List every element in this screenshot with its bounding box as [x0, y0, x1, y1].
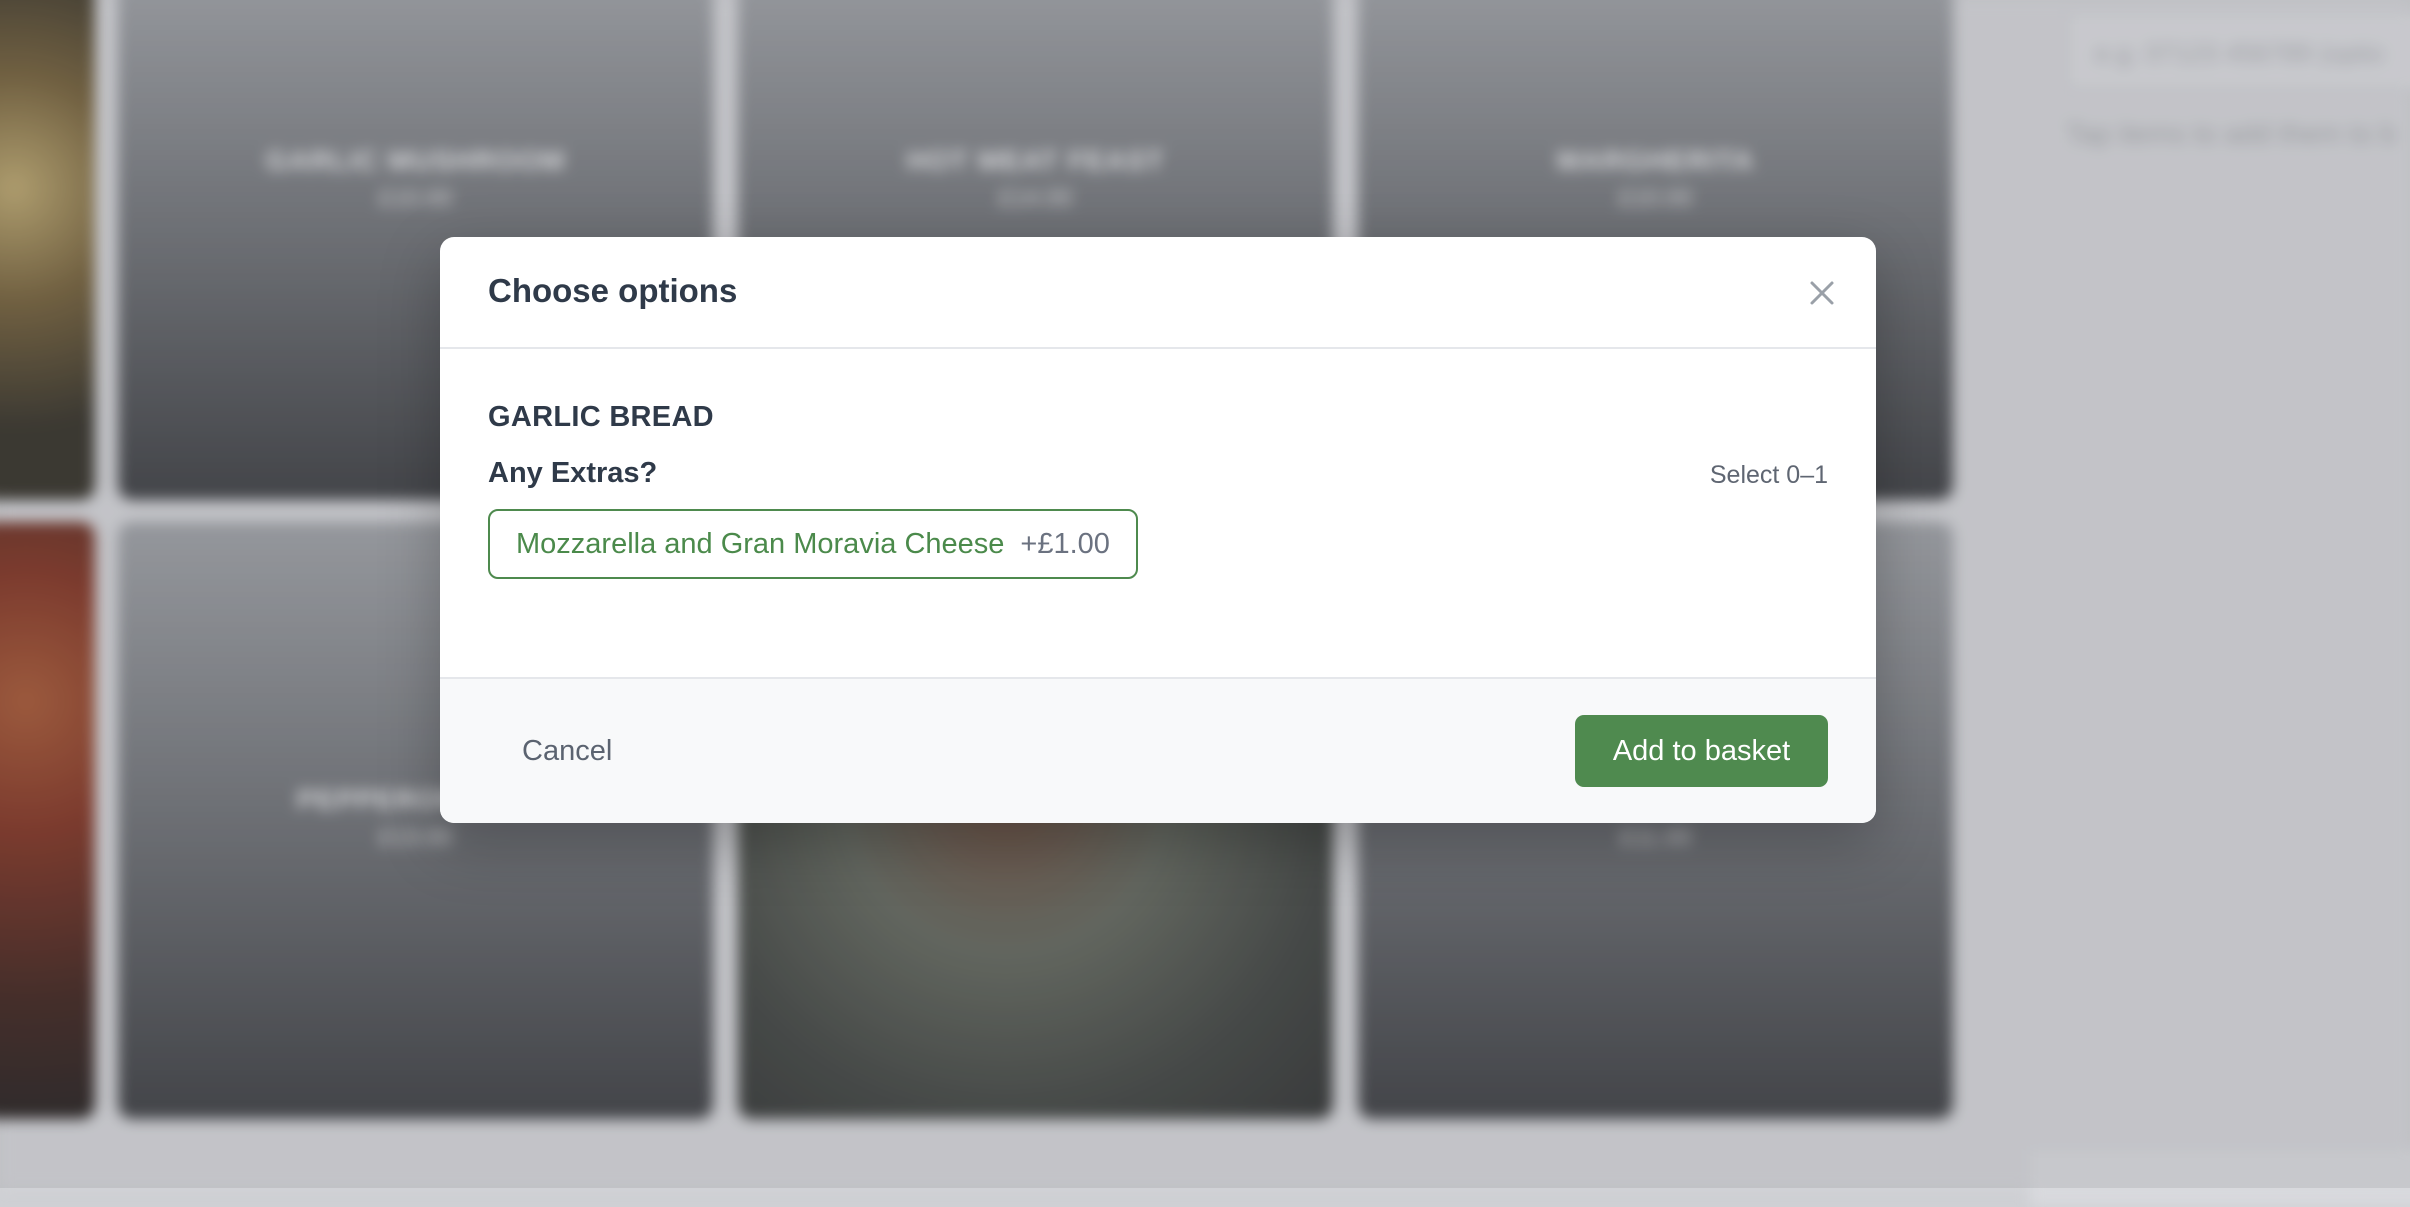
dialog-body: GARLIC BREAD Any Extras? Select 0–1 Mozz… [488, 349, 1828, 689]
dialog-header: Choose options [440, 237, 1876, 349]
option-chip-mozzarella[interactable]: Mozzarella and Gran Moravia Cheese +£1.0… [488, 509, 1138, 579]
item-name: GARLIC BREAD [488, 401, 714, 433]
cancel-button[interactable]: Cancel [488, 715, 646, 787]
close-icon[interactable] [1804, 275, 1840, 311]
dialog-footer: Cancel Add to basket [440, 677, 1876, 823]
option-group-title: Any Extras? [488, 457, 658, 489]
option-price: +£1.00 [1020, 527, 1110, 560]
option-label: Mozzarella and Gran Moravia Cheese [516, 527, 1005, 560]
dialog-title: Choose options [488, 272, 738, 309]
options-dialog: Choose options GARLIC BREAD Any Extras? … [440, 237, 1876, 823]
option-group-rule: Select 0–1 [1709, 461, 1828, 489]
add-to-basket-button[interactable]: Add to basket [1575, 715, 1828, 787]
